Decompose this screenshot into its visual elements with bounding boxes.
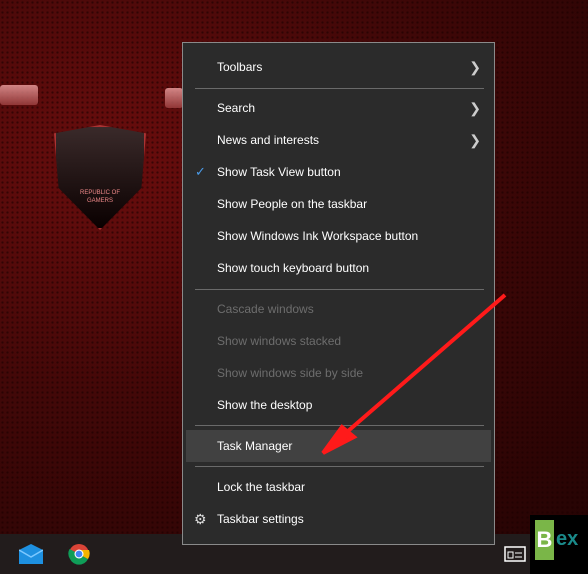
watermark-logo: Bex: [530, 515, 588, 574]
red-arrow-annotation: [321, 293, 507, 455]
